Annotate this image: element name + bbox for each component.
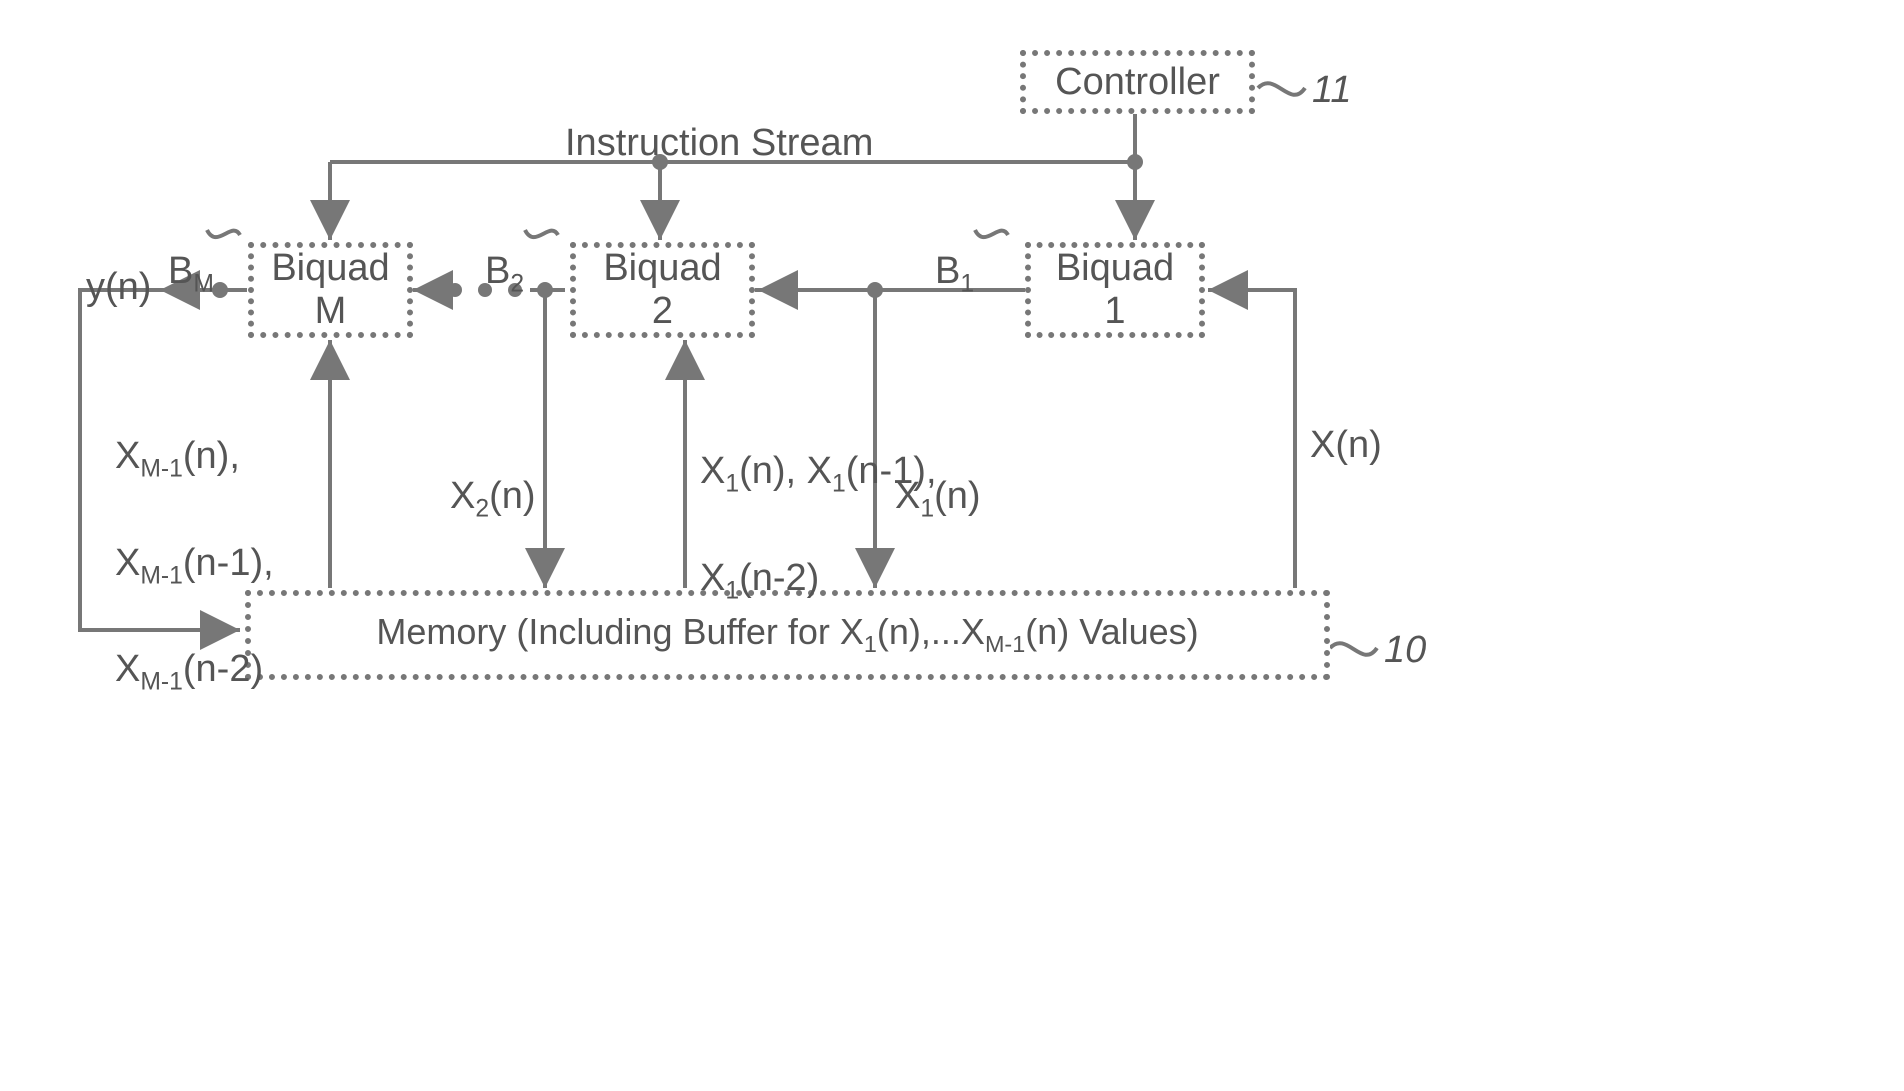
x1s-2b: (n-2)	[739, 557, 819, 599]
bm-label: BM	[168, 195, 214, 301]
xm1-1a: X	[115, 435, 140, 477]
xm1-3b: (n-2)	[183, 648, 263, 690]
x1s-1a: X	[700, 450, 725, 492]
xm1-2as: M-1	[140, 562, 183, 589]
memory-sub-2: M-1	[985, 632, 1025, 658]
x1s-1c: (n-1),	[846, 450, 937, 492]
xm1-1as: M-1	[140, 456, 183, 483]
xm1-2b: (n-1),	[183, 542, 274, 584]
b1-sub: 1	[960, 271, 974, 298]
controller-label: Controller	[1049, 55, 1226, 110]
x1s-1bs: 1	[832, 471, 846, 498]
biquad-m-block: Biquad M	[248, 242, 413, 338]
connectors-svg	[0, 0, 1904, 1091]
memory-label: Memory (Including Buffer for X1(n),...XM…	[370, 605, 1204, 664]
controller-block: Controller	[1020, 50, 1255, 114]
xm1-1b: (n),	[183, 435, 240, 477]
ref-11-label: 11	[1312, 65, 1351, 116]
x1s-1as: 1	[725, 471, 739, 498]
b2-label: B2	[485, 195, 524, 301]
b1-a: B	[935, 250, 960, 292]
x2n-sub: 2	[475, 496, 489, 523]
memory-sub-1: 1	[864, 632, 877, 658]
biquad-2-block: Biquad 2	[570, 242, 755, 338]
biquad-m-label: Biquad M	[265, 241, 395, 339]
bm-a: B	[168, 250, 193, 292]
x1s-2a: X	[700, 557, 725, 599]
xn-label: X(n)	[1310, 420, 1382, 471]
xm1-3as: M-1	[140, 668, 183, 695]
x2n-b: (n)	[489, 475, 535, 517]
x1n-b: (n)	[934, 475, 980, 517]
b2-sub: 2	[510, 271, 524, 298]
xm1-series-label: XM-1(n), XM-1(n-1), XM-1(n-2)	[115, 380, 274, 699]
x1s-1b: (n), X	[739, 450, 832, 492]
memory-text-c: (n) Values)	[1025, 611, 1198, 652]
x2n-a: X	[450, 475, 475, 517]
x1s-2as: 1	[725, 577, 739, 604]
bm-sub: M	[193, 271, 214, 298]
biquad-2-label: Biquad 2	[597, 241, 727, 339]
diagram-canvas: Controller Biquad 1 Biquad 2 Biquad M Me…	[0, 0, 1904, 1091]
xm1-2a: X	[115, 542, 140, 584]
x1-series-label: X1(n), X1(n-1), X1(n-2)	[700, 395, 937, 607]
ref-10-label: 10	[1384, 625, 1426, 676]
xm1-3a: X	[115, 648, 140, 690]
x2n-label: X2(n)	[450, 420, 536, 526]
b2-a: B	[485, 250, 510, 292]
memory-text-b: (n),...X	[877, 611, 985, 652]
biquad-1-label: Biquad 1	[1050, 241, 1180, 339]
yn-label: y(n)	[86, 262, 151, 313]
instruction-stream-label: Instruction Stream	[565, 118, 873, 169]
b1-label: B1	[935, 195, 974, 301]
biquad-1-block: Biquad 1	[1025, 242, 1205, 338]
memory-text-a: Memory (Including Buffer for X	[376, 611, 864, 652]
